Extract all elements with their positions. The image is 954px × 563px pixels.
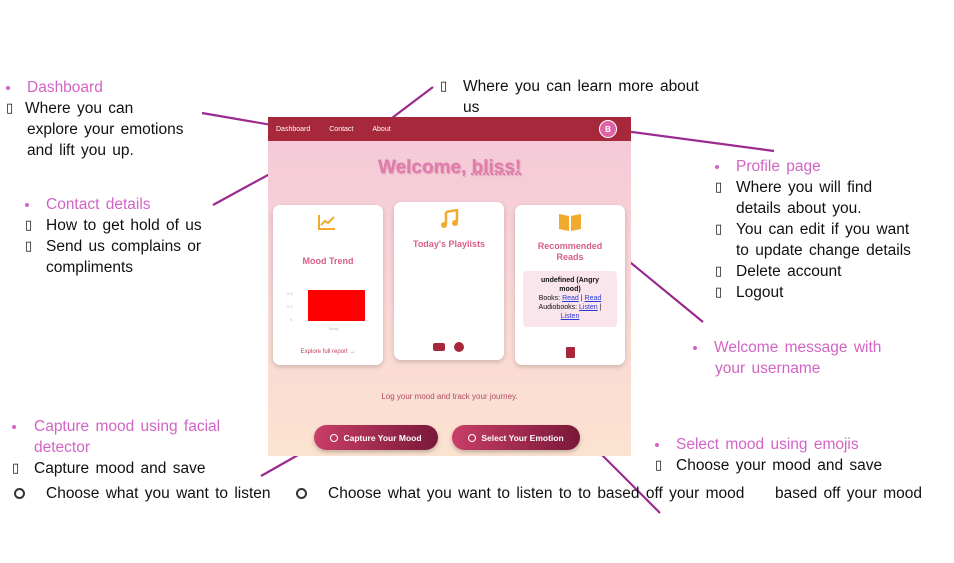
option-line: Choose what you want to listen to to bas… (328, 485, 745, 502)
card-mood-trend: Mood Trend 0.8 0.5 0 Today Explore full … (273, 205, 383, 365)
axis-tick: 0.8 (287, 291, 293, 296)
camera-icon (330, 433, 339, 442)
bullet-icon: ▯ (655, 458, 663, 473)
annotation-about: ▯ Where you can learn more about us (440, 76, 699, 118)
annotation-line: Where you will find (736, 179, 873, 196)
annotation-line: and lift you up. (27, 142, 134, 159)
axis-label: Today (328, 326, 339, 331)
button-label: Capture Your Mood (343, 432, 422, 443)
annotation-title: Dashboard (27, 79, 103, 96)
annotation-title: Select mood using emojis (676, 436, 859, 453)
read-link[interactable]: Read (585, 295, 602, 302)
annotation-select: Select mood using emojis ▯ Choose your mo… (655, 434, 882, 476)
bullet-icon: ▯ (715, 264, 723, 279)
welcome-message: Welcome, bliss! (268, 157, 631, 179)
navbar: Dashboard Contact About (268, 117, 631, 141)
nav-contact[interactable]: Contact (329, 126, 353, 133)
annotation-dashboard: Dashboard ▯ Where you can explore your em… (6, 77, 184, 161)
bullet-icon: ▯ (25, 218, 33, 233)
listen-link[interactable]: Listen (561, 313, 580, 320)
music-note-icon (441, 209, 459, 228)
select-emotion-button[interactable]: Select Your Emotion (452, 425, 580, 450)
mood-label: undefined (Angry (541, 277, 599, 284)
annotation-line: Capture mood and save (34, 460, 206, 477)
annotation-title: Capture mood using facial (34, 418, 221, 435)
annotation-line: Send us complains or (46, 238, 202, 255)
line-profile (616, 128, 775, 153)
annotation-capture: Capture mood using facial detector ▯ Capt… (12, 416, 220, 479)
annotation-title: Profile page (736, 158, 821, 175)
annotation-line: You can edit if you want (736, 221, 910, 238)
spotify-icon[interactable] (454, 342, 464, 352)
bullet-icon: ▯ (6, 101, 14, 116)
card-recommended-reads: Recommended Reads undefined (Angry mood)… (515, 205, 625, 365)
annotation-title: Contact details (46, 196, 151, 213)
axis-tick: 0.5 (287, 304, 293, 309)
option-line: Choose what you want to listen (46, 485, 271, 502)
card-title: Reads (556, 252, 584, 262)
bullet-icon: ▯ (715, 180, 723, 195)
annotation-title: your username (715, 360, 821, 377)
bullet-icon: ▯ (715, 285, 723, 300)
axis-tick: 0 (290, 317, 293, 322)
annotation-line: How to get hold of us (46, 217, 202, 234)
avatar[interactable]: B (599, 120, 617, 138)
annotation-line: explore your emotions (27, 121, 184, 138)
mood-label: mood) (559, 286, 581, 293)
welcome-prefix: Welcome, (377, 157, 472, 178)
card-playlists: Today's Playlists (394, 202, 504, 360)
book-small-icon[interactable] (566, 347, 575, 358)
option-line: based off your mood (775, 485, 923, 502)
annotation-title: Welcome message with (714, 339, 882, 356)
bullet-icon: ▯ (715, 222, 723, 237)
listen-link[interactable]: Listen (579, 304, 598, 311)
chart-line-icon (318, 215, 335, 230)
audiobooks-label: Audiobooks: (538, 304, 578, 311)
bullet-icon: ▯ (12, 461, 20, 476)
nav-about[interactable]: About (372, 126, 390, 133)
journey-note: Log your mood and track your journey. (381, 392, 518, 401)
circle-bullet-icon (14, 488, 25, 499)
explore-report-link[interactable]: Explore full report → (273, 349, 383, 355)
annotation-line: Where you can (25, 100, 134, 117)
read-link[interactable]: Read (562, 295, 579, 302)
circle-bullet-icon (296, 488, 307, 499)
app-screenshot: Dashboard Contact About B Welcome, bliss… (268, 117, 631, 456)
annotation-line: Logout (736, 284, 784, 301)
bullet-icon: ▯ (440, 79, 448, 94)
annotation-line: Choose your mood and save (676, 457, 883, 474)
annotation-line: to update change details (736, 242, 911, 259)
bullet-icon: ▯ (25, 239, 33, 254)
capture-mood-button[interactable]: Capture Your Mood (314, 425, 438, 450)
mood-bar (308, 290, 365, 321)
welcome-username: bliss! (471, 157, 522, 178)
button-label: Select Your Emotion (481, 432, 564, 443)
annotation-title: detector (34, 439, 91, 456)
annotation-line: details about you. (736, 200, 862, 217)
annotation-welcome: Welcome message with your username (693, 337, 881, 379)
annotation-contact: Contact details ▯ How to get hold of us ▯… (25, 194, 202, 278)
books-label: Books: (538, 295, 561, 302)
card-title: Recommended (537, 241, 603, 251)
card-title: Today's Playlists (412, 239, 485, 249)
annotation-line: Where you can learn more about (463, 78, 699, 95)
card-title: Mood Trend (302, 256, 354, 266)
annotation-line: compliments (46, 259, 133, 276)
annotation-line: Delete account (736, 263, 842, 280)
annotation-line: us (463, 99, 480, 116)
reads-panel: undefined (Angry mood) Books: Read | Rea… (523, 271, 617, 327)
youtube-icon[interactable] (433, 343, 445, 351)
nav-dashboard[interactable]: Dashboard (276, 126, 310, 133)
smiley-icon (468, 433, 477, 442)
book-icon (559, 214, 581, 231)
annotation-profile: Profile page ▯ Where you will find detail… (715, 156, 911, 303)
